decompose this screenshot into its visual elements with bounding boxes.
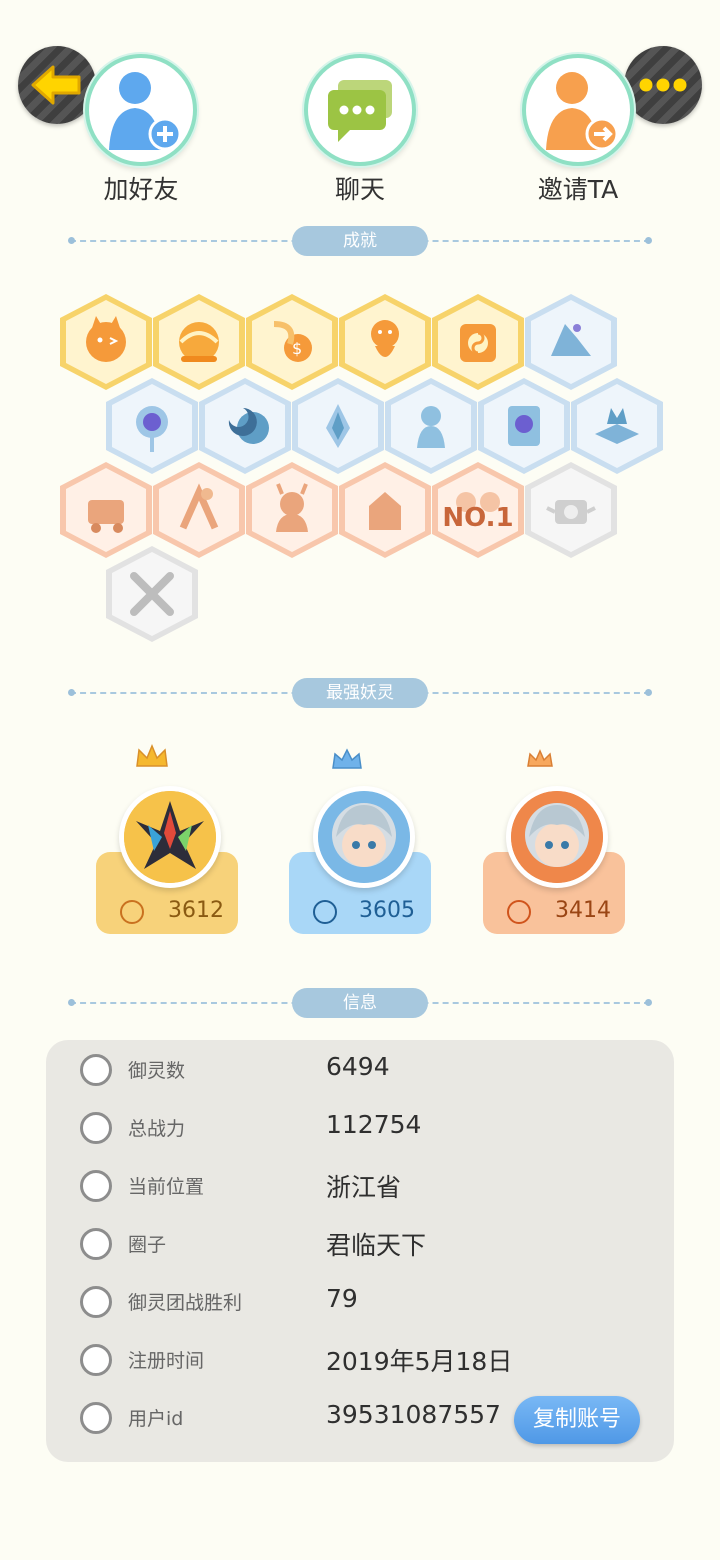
info-key: 用户id xyxy=(128,1408,184,1430)
info-divider: 信息 xyxy=(68,988,652,1018)
strongest-divider: 最强妖灵 xyxy=(68,678,652,708)
info-row-total-power: 总战力 112754 xyxy=(46,1104,674,1154)
yaoling-power: 3612 xyxy=(168,898,224,923)
info-value: 39531087557 xyxy=(326,1400,501,1429)
clock-icon xyxy=(80,1344,112,1376)
info-key: 圈子 xyxy=(128,1234,167,1256)
achievement-badge[interactable] xyxy=(106,546,198,642)
girl-avatar-icon xyxy=(511,791,603,883)
yaoling-avatar-2[interactable] xyxy=(313,786,415,888)
info-value: 君临天下 xyxy=(326,1231,427,1260)
no1-text: NO.1 xyxy=(442,503,513,533)
info-value: 浙江省 xyxy=(326,1173,402,1202)
info-panel: 御灵数 6494 总战力 112754 当前位置 浙江省 圈子 君临天下 御灵团… xyxy=(46,1040,674,1462)
achievement-badge[interactable] xyxy=(385,378,477,474)
info-key: 御灵数 xyxy=(128,1060,186,1082)
yaoling-avatar-1[interactable] xyxy=(119,786,221,888)
bronze-crown-icon xyxy=(527,749,553,767)
achievement-badge[interactable] xyxy=(60,294,152,390)
circle-icon xyxy=(80,1228,112,1260)
achievement-badge[interactable] xyxy=(339,462,431,558)
info-row-circle: 圈子 君临天下 xyxy=(46,1220,674,1270)
achievement-badge[interactable] xyxy=(339,294,431,390)
achievement-badge[interactable] xyxy=(432,294,524,390)
achievement-badge[interactable] xyxy=(292,378,384,474)
anchor-icon xyxy=(80,1286,112,1318)
achievement-badge[interactable] xyxy=(60,462,152,558)
sword-icon xyxy=(313,900,337,924)
info-value: 79 xyxy=(326,1284,358,1313)
achievement-badge[interactable] xyxy=(153,462,245,558)
silver-crown-icon xyxy=(332,748,362,769)
info-row-spirit-count: 御灵数 6494 xyxy=(46,1046,674,1096)
achievement-badge[interactable] xyxy=(525,462,617,558)
info-key: 当前位置 xyxy=(128,1176,205,1198)
achievement-badge[interactable] xyxy=(199,378,291,474)
spirit-count-icon xyxy=(80,1054,112,1086)
achievement-badge[interactable]: $ xyxy=(246,294,338,390)
achievement-badge[interactable] xyxy=(246,462,338,558)
achievement-badge[interactable] xyxy=(525,294,617,390)
info-key: 御灵团战胜利 xyxy=(128,1292,243,1314)
id-card-icon xyxy=(80,1402,112,1434)
info-value: 2019年5月18日 xyxy=(326,1347,513,1376)
achievement-badge[interactable] xyxy=(571,378,663,474)
dragon-avatar-icon xyxy=(124,791,216,883)
achievement-grid: $ NO.1 xyxy=(0,0,720,660)
achievement-badge-no1[interactable]: NO.1 xyxy=(432,462,524,558)
sword-icon xyxy=(120,900,144,924)
info-value: 6494 xyxy=(326,1052,390,1081)
gold-crown-icon xyxy=(136,744,168,767)
sword-icon xyxy=(507,900,531,924)
info-row-team-wins: 御灵团战胜利 79 xyxy=(46,1278,674,1328)
yaoling-power: 3605 xyxy=(359,898,415,923)
crossed-swords-icon xyxy=(130,572,174,616)
location-icon xyxy=(80,1170,112,1202)
info-key: 总战力 xyxy=(128,1118,186,1140)
achievement-badge[interactable] xyxy=(106,378,198,474)
info-value: 112754 xyxy=(326,1110,422,1139)
achievement-badge[interactable] xyxy=(153,294,245,390)
yaoling-avatar-3[interactable] xyxy=(506,786,608,888)
info-key: 注册时间 xyxy=(128,1350,205,1372)
strongest-title: 最强妖灵 xyxy=(292,678,428,708)
yaoling-power: 3414 xyxy=(555,898,611,923)
sword-icon xyxy=(80,1112,112,1144)
info-title: 信息 xyxy=(292,988,428,1018)
copy-account-button[interactable]: 复制账号 xyxy=(514,1396,640,1444)
girl-avatar-icon xyxy=(318,791,410,883)
info-row-location: 当前位置 浙江省 xyxy=(46,1162,674,1212)
achievement-badge[interactable] xyxy=(478,378,570,474)
info-row-register-time: 注册时间 2019年5月18日 xyxy=(46,1336,674,1386)
